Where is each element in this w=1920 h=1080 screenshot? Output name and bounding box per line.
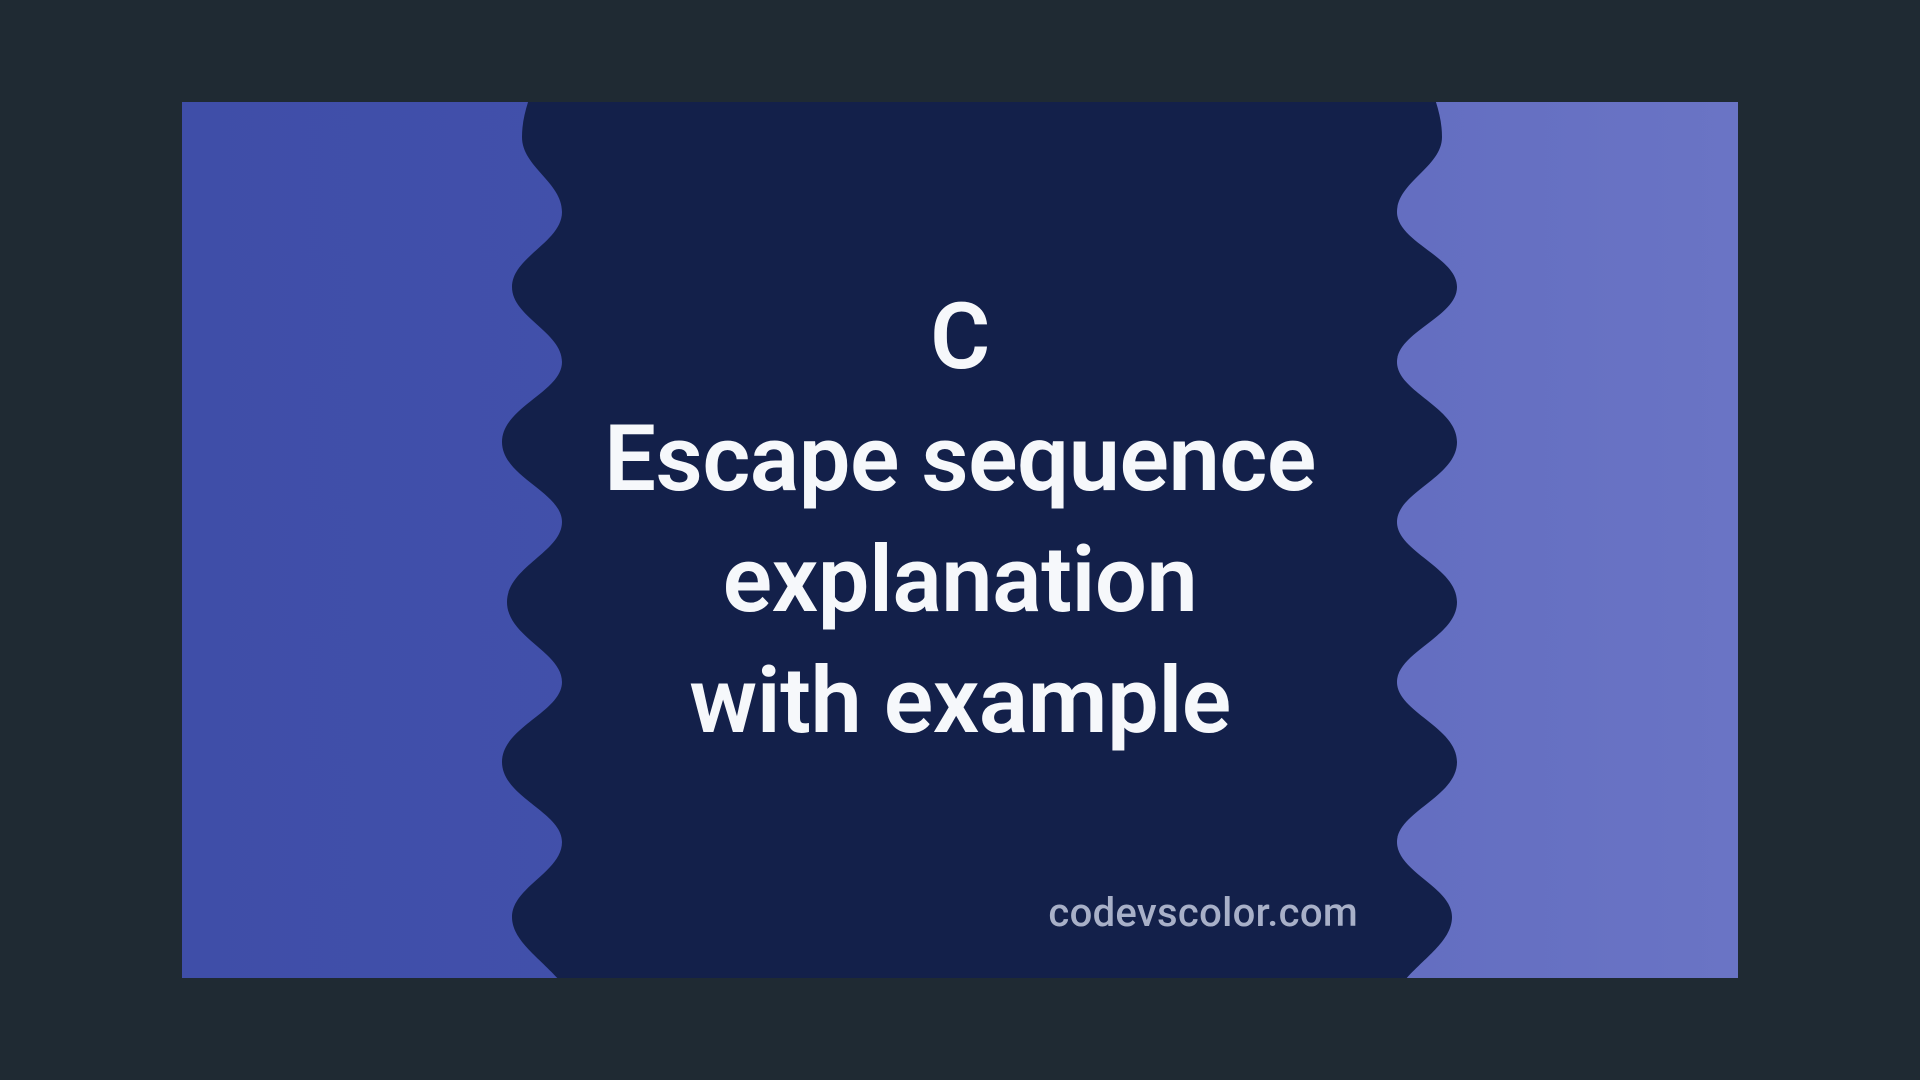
banner-subtitle-line1: Escape sequence <box>604 399 1316 520</box>
text-layer: C Escape sequence explanation with examp… <box>182 102 1738 978</box>
banner-subtitle-line3: with example <box>689 641 1230 762</box>
watermark-text: codevscolor.com <box>1048 889 1358 936</box>
banner-canvas: C Escape sequence explanation with examp… <box>182 102 1738 978</box>
banner-subtitle-line2: explanation <box>723 520 1198 641</box>
banner-title: C <box>930 277 990 398</box>
